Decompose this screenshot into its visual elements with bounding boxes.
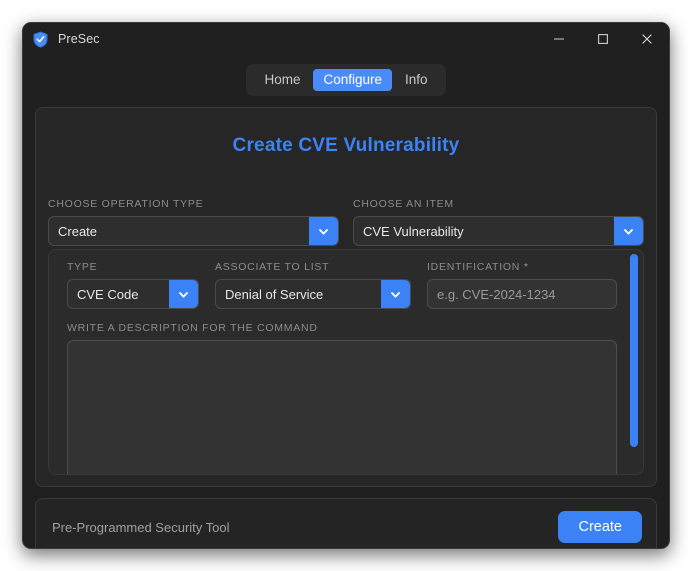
create-button[interactable]: Create <box>558 511 642 543</box>
associate-to-list-label: ASSOCIATE TO LIST <box>215 261 330 273</box>
footer-bar: Pre-Programmed Security Tool Create <box>35 498 657 548</box>
associate-to-list-value: Denial of Service <box>225 286 324 302</box>
associate-to-list-field: ASSOCIATE TO LIST Denial of Service <box>215 261 411 309</box>
close-icon[interactable] <box>625 23 669 55</box>
type-label: TYPE <box>67 261 98 273</box>
type-value: CVE Code <box>77 286 139 302</box>
panel-scrollbar[interactable] <box>630 254 638 470</box>
type-field: TYPE CVE Code <box>67 261 199 309</box>
title-bar: PreSec <box>23 23 669 55</box>
application-window: PreSec Home Configure Info Create CVE Vu… <box>22 22 670 549</box>
item-select[interactable]: CVE Vulnerability <box>353 216 644 246</box>
identification-field: IDENTIFICATION * e.g. CVE-2024-1234 <box>427 261 617 309</box>
description-textarea[interactable] <box>67 340 617 474</box>
details-scroll-panel: TYPE CVE Code ASSOCIATE TO LIST Denial o… <box>48 249 644 475</box>
identification-label: IDENTIFICATION * <box>427 261 617 273</box>
page-title: Create CVE Vulnerability <box>232 135 460 156</box>
operation-type-field: CHOOSE OPERATION TYPE Create <box>48 198 339 246</box>
shield-check-icon <box>32 30 49 48</box>
identification-placeholder: e.g. CVE-2024-1234 <box>437 286 556 302</box>
panel-scrollbar-thumb[interactable] <box>630 254 638 447</box>
description-label: WRITE A DESCRIPTION FOR THE COMMAND <box>67 322 318 334</box>
footer-text: Pre-Programmed Security Tool <box>52 519 230 535</box>
chevron-down-icon[interactable] <box>309 217 338 245</box>
item-label: CHOOSE AN ITEM <box>353 198 454 210</box>
identification-label-text: IDENTIFICATION <box>427 261 521 273</box>
nav-tab-group: Home Configure Info <box>246 64 446 96</box>
operation-type-label: CHOOSE OPERATION TYPE <box>48 198 204 210</box>
main-card: Create CVE Vulnerability CHOOSE OPERATIO… <box>35 107 657 487</box>
type-select[interactable]: CVE Code <box>67 279 199 309</box>
details-content: TYPE CVE Code ASSOCIATE TO LIST Denial o… <box>49 250 643 474</box>
details-row: TYPE CVE Code ASSOCIATE TO LIST Denial o… <box>67 261 617 309</box>
maximize-icon[interactable] <box>581 23 625 55</box>
operation-type-value: Create <box>58 223 98 239</box>
chevron-down-icon[interactable] <box>169 280 198 308</box>
title-bar-left: PreSec <box>23 30 100 48</box>
tab-info[interactable]: Info <box>395 69 438 91</box>
operation-type-select[interactable]: Create <box>48 216 339 246</box>
tab-home[interactable]: Home <box>254 69 310 91</box>
tab-configure[interactable]: Configure <box>313 69 393 91</box>
nav-bar: Home Configure Info <box>23 55 669 96</box>
window-controls <box>537 23 669 55</box>
minimize-icon[interactable] <box>537 23 581 55</box>
chevron-down-icon[interactable] <box>381 280 410 308</box>
top-select-row: CHOOSE OPERATION TYPE Create CHOOSE AN I… <box>36 198 656 246</box>
item-field: CHOOSE AN ITEM CVE Vulnerability <box>353 198 644 246</box>
required-marker: * <box>523 261 529 273</box>
item-value: CVE Vulnerability <box>363 223 464 239</box>
chevron-down-icon[interactable] <box>614 217 643 245</box>
app-title: PreSec <box>58 32 100 46</box>
identification-input[interactable]: e.g. CVE-2024-1234 <box>427 279 617 309</box>
associate-to-list-select[interactable]: Denial of Service <box>215 279 411 309</box>
